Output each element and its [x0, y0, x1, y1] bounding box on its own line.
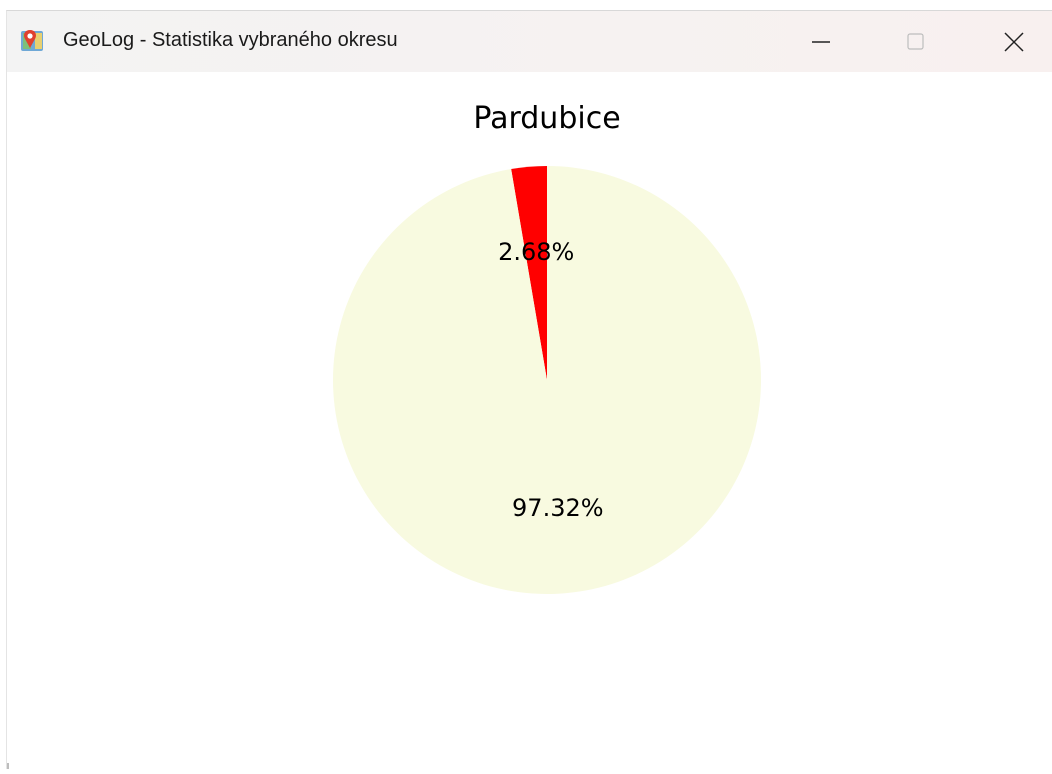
chart-area: Pardubice 2.68% 97.32%: [7, 72, 1052, 770]
window-corner-mark: [7, 763, 9, 769]
title-bar[interactable]: GeoLog - Statistika vybraného okresu: [7, 11, 1052, 72]
chart-title: Pardubice: [473, 101, 620, 136]
slice-percent-label: 97.32%: [512, 494, 604, 522]
maximize-icon: [907, 32, 924, 50]
geolog-map-pin-icon: [21, 30, 43, 51]
slice-percent-label: 2.68%: [498, 238, 574, 266]
pie-chart: Pardubice 2.68% 97.32%: [333, 101, 761, 594]
maximize-button[interactable]: [893, 11, 939, 72]
pie-slice: [333, 165, 761, 594]
close-icon: [1004, 31, 1024, 52]
close-button[interactable]: [991, 11, 1037, 72]
minimize-icon: [812, 40, 830, 43]
minimize-button[interactable]: [798, 11, 844, 72]
window-title: GeoLog - Statistika vybraného okresu: [63, 29, 398, 51]
statistics-window: GeoLog - Statistika vybraného okresu Par…: [6, 10, 1052, 769]
